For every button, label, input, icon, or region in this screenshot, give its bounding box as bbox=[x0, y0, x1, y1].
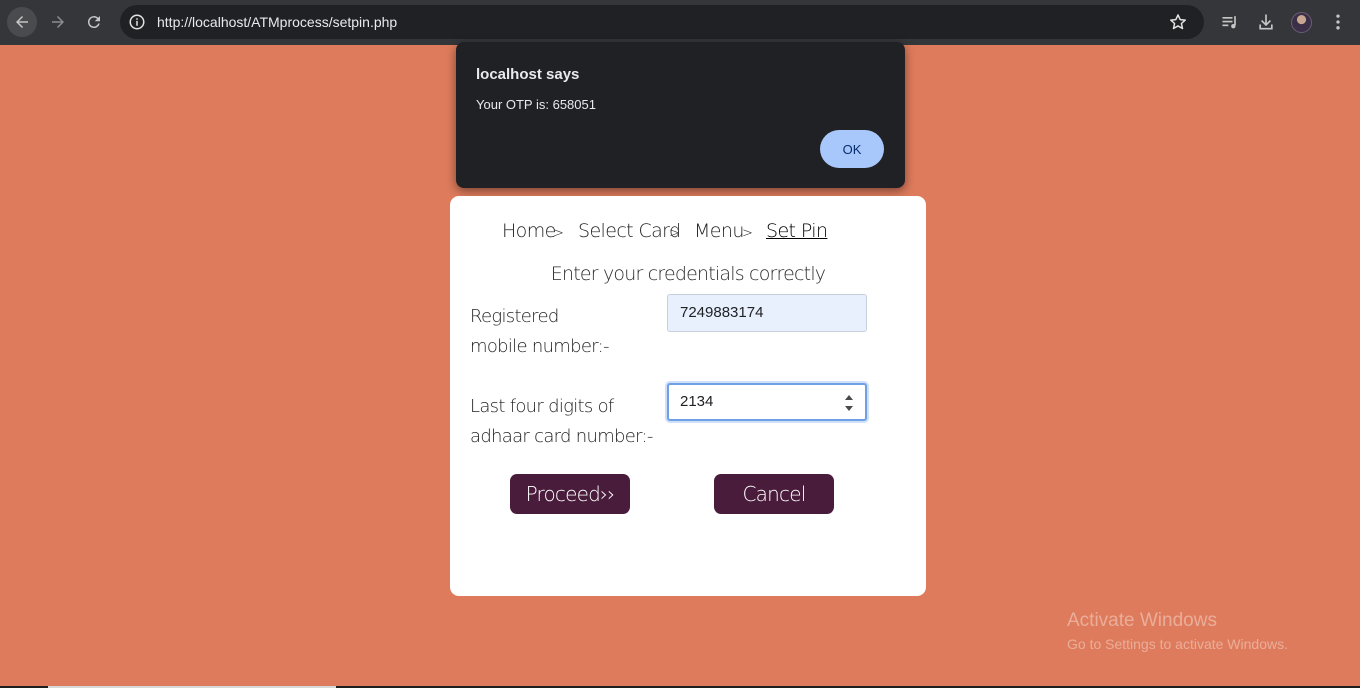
aadhaar-digits-input[interactable]: 2134 bbox=[667, 383, 867, 421]
breadcrumb-separator: > bbox=[669, 226, 680, 241]
mobile-label-line1: Registered bbox=[470, 306, 559, 327]
forward-button[interactable] bbox=[43, 7, 73, 37]
url-text[interactable]: http://localhost/ATMprocess/setpin.php bbox=[157, 14, 397, 30]
site-info-icon[interactable] bbox=[128, 13, 146, 31]
proceed-button[interactable]: Proceed›› bbox=[510, 474, 630, 514]
form-subtitle: Enter your credentials correctly bbox=[550, 263, 826, 285]
more-menu-button[interactable] bbox=[1327, 11, 1349, 33]
mobile-number-input[interactable]: 7249883174 bbox=[667, 294, 867, 332]
cancel-button[interactable]: Cancel bbox=[714, 474, 834, 514]
bookmark-star-icon[interactable] bbox=[1168, 12, 1188, 32]
breadcrumb-separator: > bbox=[553, 226, 564, 241]
aadhaar-label-line1: Last four digits of bbox=[470, 396, 614, 417]
mobile-label-line2: mobile number:- bbox=[470, 336, 609, 357]
reload-icon bbox=[87, 16, 100, 29]
breadcrumb-separator: > bbox=[742, 226, 753, 241]
more-menu-icon bbox=[1336, 14, 1340, 30]
back-button[interactable] bbox=[7, 7, 37, 37]
breadcrumb-home[interactable]: Home bbox=[502, 220, 556, 242]
activate-windows-title: Activate Windows bbox=[1067, 610, 1217, 631]
back-arrow-icon bbox=[16, 16, 28, 28]
media-control-button[interactable] bbox=[1219, 11, 1241, 33]
download-icon bbox=[1259, 14, 1273, 30]
breadcrumb-set-pin[interactable]: Set Pin bbox=[766, 220, 828, 242]
aadhaar-digits-value: 2134 bbox=[680, 393, 714, 410]
breadcrumb-select-card[interactable]: Select Card bbox=[578, 220, 681, 242]
mobile-number-value: 7249883174 bbox=[680, 304, 764, 321]
reload-button[interactable] bbox=[79, 7, 109, 37]
downloads-button[interactable] bbox=[1255, 11, 1277, 33]
dialog-title: localhost says bbox=[476, 66, 580, 83]
browser-toolbar: http://localhost/ATMprocess/setpin.php bbox=[0, 0, 1360, 45]
alert-dialog: localhost says Your OTP is: 658051 OK bbox=[456, 42, 905, 188]
media-control-icon bbox=[1222, 16, 1236, 29]
aadhaar-label-line2: adhaar card number:- bbox=[470, 426, 653, 447]
address-bar[interactable]: http://localhost/ATMprocess/setpin.php bbox=[120, 5, 1204, 39]
profile-avatar[interactable] bbox=[1291, 12, 1312, 33]
activate-windows-subtitle: Go to Settings to activate Windows. bbox=[1067, 636, 1288, 652]
set-pin-card: Home > Select Card > Menu > Set Pin Ente… bbox=[450, 196, 926, 596]
forward-arrow-icon bbox=[52, 16, 64, 28]
breadcrumb-menu[interactable]: Menu bbox=[694, 220, 744, 242]
aadhaar-digits-label: Last four digits of adhaar card number:- bbox=[470, 392, 653, 452]
number-spinner-icon[interactable] bbox=[843, 392, 855, 414]
dialog-message: Your OTP is: 658051 bbox=[476, 97, 596, 112]
mobile-number-label: Registered mobile number:- bbox=[470, 302, 609, 362]
ok-button[interactable]: OK bbox=[820, 130, 884, 168]
